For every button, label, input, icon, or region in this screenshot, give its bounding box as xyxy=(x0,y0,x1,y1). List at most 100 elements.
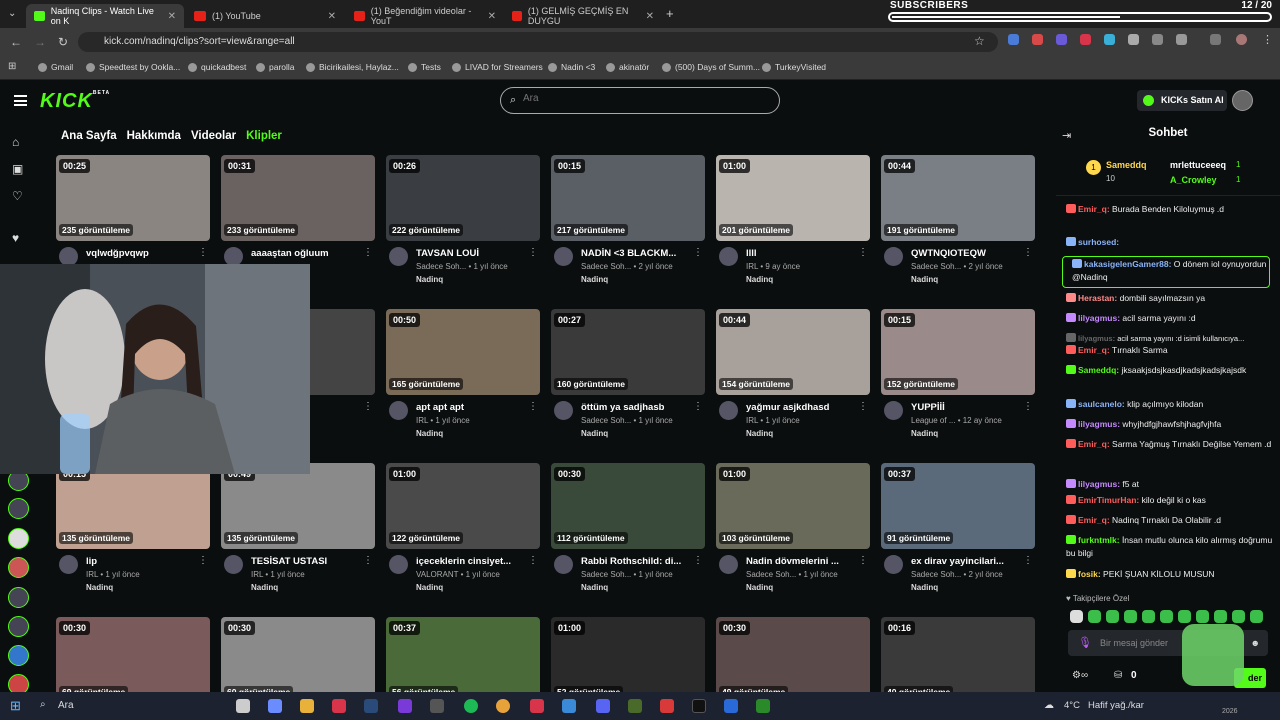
clip-menu-icon[interactable]: ⋮ xyxy=(693,555,703,566)
clip-thumbnail[interactable]: 00:3060 görüntüleme xyxy=(221,617,375,703)
clip-title[interactable]: QWTNQIOTEQW xyxy=(911,248,1021,259)
followed-channel-avatar[interactable] xyxy=(8,587,29,608)
clip-title[interactable]: NADİN <3 BLACKM... xyxy=(581,248,691,259)
channel-avatar[interactable] xyxy=(719,401,738,420)
clip-title[interactable]: Nadin dövmelerini ... xyxy=(746,556,856,567)
clip-thumbnail[interactable]: 00:15 135 görüntüleme xyxy=(56,463,210,549)
channel-avatar[interactable] xyxy=(389,401,408,420)
profile-icon[interactable] xyxy=(1236,34,1247,45)
bookmark-item[interactable]: Gmail xyxy=(38,62,73,72)
app-icon[interactable] xyxy=(724,699,738,713)
clip-author[interactable]: Nadinq xyxy=(746,275,773,284)
nvidia-icon[interactable] xyxy=(756,699,770,713)
tab-videos[interactable]: Videolar xyxy=(191,130,236,142)
url-field[interactable]: kick.com/nadinq/clips?sort=view&range=al… xyxy=(78,32,998,52)
followed-channel-avatar[interactable] xyxy=(8,557,29,578)
clip-author[interactable]: Nadinq xyxy=(746,429,773,438)
chat-username[interactable]: Sameddq: xyxy=(1078,365,1119,375)
clip-menu-icon[interactable]: ⋮ xyxy=(693,247,703,258)
tab-list-icon[interactable]: ⌄ xyxy=(8,8,16,19)
extension-icon[interactable] xyxy=(1104,34,1115,45)
windows-start-icon[interactable]: ⊞ xyxy=(10,698,21,714)
emote-icon[interactable] xyxy=(1160,610,1173,623)
new-tab-icon[interactable]: + xyxy=(666,6,674,21)
clip-author[interactable]: Nadinq xyxy=(416,275,443,284)
bookmark-item[interactable]: Nadin <3 xyxy=(548,62,595,72)
chat-username[interactable]: lilyagmus: xyxy=(1078,334,1115,343)
clip-author[interactable]: Nadinq xyxy=(581,583,608,592)
followed-channel-avatar[interactable] xyxy=(8,616,29,637)
microphone-icon[interactable]: 🎙 xyxy=(1078,630,1092,656)
forward-icon[interactable]: → xyxy=(34,35,46,49)
media-icon[interactable] xyxy=(1210,34,1221,45)
opera-icon[interactable] xyxy=(332,699,346,713)
clip-thumbnail[interactable]: 00:44 154 görüntüleme xyxy=(716,309,870,395)
emote-icon[interactable] xyxy=(1088,610,1101,623)
close-icon[interactable]: ✕ xyxy=(328,11,336,22)
puzzle-icon[interactable] xyxy=(1176,34,1187,45)
app-icon[interactable] xyxy=(430,699,444,713)
channel-avatar[interactable] xyxy=(884,247,903,266)
clip-thumbnail[interactable]: 00:27 160 görüntüleme xyxy=(551,309,705,395)
tab-youtube-song[interactable]: (1) GELMİŞ GEÇMİŞ EN DUYGU ✕ xyxy=(504,4,662,28)
channel-avatar[interactable] xyxy=(719,555,738,574)
chat-username[interactable]: kakasigelenGamer88: xyxy=(1084,259,1171,269)
emoji-icon[interactable]: ☻ xyxy=(1251,630,1260,656)
chat-username[interactable]: Emir_q: xyxy=(1078,439,1110,449)
search-input[interactable] xyxy=(523,93,763,104)
chat-username[interactable]: furkntmlk: xyxy=(1078,535,1120,545)
clip-author[interactable]: Nadinq xyxy=(416,429,443,438)
clip-title[interactable]: lip xyxy=(86,556,196,567)
app-icon[interactable] xyxy=(398,699,412,713)
followed-channel-avatar[interactable] xyxy=(8,498,29,519)
app-icon[interactable] xyxy=(530,699,544,713)
gifter-name[interactable]: A_Crowley xyxy=(1170,175,1217,185)
clip-title[interactable]: içeceklerin cinsiyet... xyxy=(416,556,526,567)
clip-author[interactable]: Nadinq xyxy=(911,583,938,592)
emote-icon[interactable] xyxy=(1214,610,1227,623)
taskbar-search-label[interactable]: Ara xyxy=(58,700,74,711)
search-box[interactable]: ⌕ xyxy=(500,87,780,114)
user-avatar[interactable] xyxy=(1232,90,1253,111)
emote-icon[interactable] xyxy=(1070,610,1083,623)
clip-thumbnail[interactable]: 00:3756 görüntüleme xyxy=(386,617,540,703)
clip-title[interactable]: aaaaştan oğluum xyxy=(251,248,361,259)
clip-menu-icon[interactable]: ⋮ xyxy=(363,247,373,258)
extension-icon[interactable] xyxy=(1008,34,1019,45)
extension-icon[interactable] xyxy=(1128,34,1139,45)
channel-avatar[interactable] xyxy=(554,555,573,574)
clip-menu-icon[interactable]: ⋮ xyxy=(198,247,208,258)
emote-icon[interactable] xyxy=(1106,610,1119,623)
clip-thumbnail[interactable]: 00:49 135 görüntüleme xyxy=(221,463,375,549)
hamburger-menu-icon[interactable] xyxy=(14,95,27,106)
followed-channel-avatar[interactable] xyxy=(8,528,29,549)
emote-icon[interactable] xyxy=(1250,610,1263,623)
channel-avatar[interactable] xyxy=(389,247,408,266)
clip-title[interactable]: TESİSAT USTASI xyxy=(251,556,361,567)
clip-thumbnail[interactable]: 01:0052 görüntüleme xyxy=(551,617,705,703)
clip-title[interactable]: Rabbi Rothschild: di... xyxy=(581,556,691,567)
following-icon[interactable]: ♡ xyxy=(12,189,23,203)
app-icon[interactable] xyxy=(562,699,576,713)
chat-username[interactable]: lilyagmus: xyxy=(1078,313,1120,323)
chrome-icon[interactable] xyxy=(496,699,510,713)
clip-title[interactable]: ex dirav yayincilari... xyxy=(911,556,1021,567)
clip-title[interactable]: llll xyxy=(746,248,856,259)
clip-thumbnail[interactable]: 00:50 165 görüntüleme xyxy=(386,309,540,395)
file-explorer-icon[interactable] xyxy=(300,699,314,713)
clip-thumbnail[interactable]: 00:26 222 görüntüleme xyxy=(386,155,540,241)
emote-icon[interactable] xyxy=(1142,610,1155,623)
clip-menu-icon[interactable]: ⋮ xyxy=(363,401,373,412)
clip-menu-icon[interactable]: ⋮ xyxy=(858,247,868,258)
heart-icon[interactable]: ♥ xyxy=(12,231,19,245)
tiktok-icon[interactable] xyxy=(692,699,706,713)
copilot-icon[interactable] xyxy=(268,699,282,713)
chat-username[interactable]: EmirTimurHan: xyxy=(1078,495,1139,505)
clip-menu-icon[interactable]: ⋮ xyxy=(1023,401,1033,412)
extension-icon[interactable] xyxy=(1080,34,1091,45)
clip-thumbnail[interactable]: 00:1640 görüntüleme xyxy=(881,617,1035,703)
bookmark-item[interactable]: Speedtest by Ookla... xyxy=(86,62,180,72)
clip-menu-icon[interactable]: ⋮ xyxy=(858,401,868,412)
clip-thumbnail[interactable]: 00:37 91 görüntüleme xyxy=(881,463,1035,549)
channel-avatar[interactable] xyxy=(224,555,243,574)
